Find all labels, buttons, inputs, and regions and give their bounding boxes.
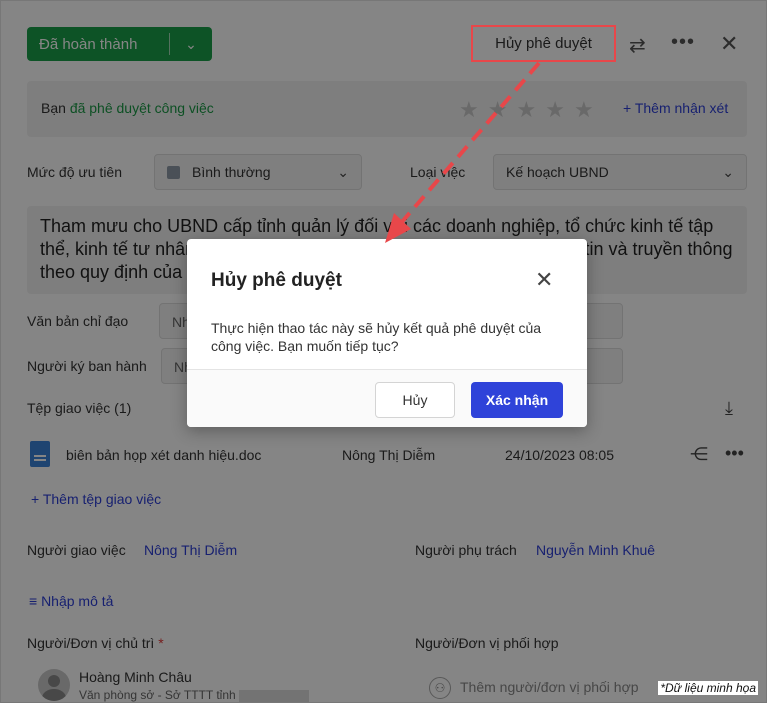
dialog-confirm-button[interactable]: Xác nhận bbox=[471, 382, 563, 418]
dialog-message: Thực hiện thao tác này sẽ hủy kết quả ph… bbox=[211, 320, 542, 354]
annotation-highlight-box bbox=[471, 25, 616, 62]
task-detail-window: Đã hoàn thành ⌄ Hủy phê duyệt ⇄ ••• ✕ Bạ… bbox=[0, 0, 767, 703]
dialog-title: Hủy phê duyệt bbox=[211, 270, 342, 291]
dialog-divider bbox=[187, 369, 587, 370]
close-icon[interactable]: ✕ bbox=[535, 267, 553, 293]
dialog-cancel-button[interactable]: Hủy bbox=[375, 382, 455, 418]
sample-data-note: *Dữ liệu minh họa bbox=[658, 681, 758, 695]
